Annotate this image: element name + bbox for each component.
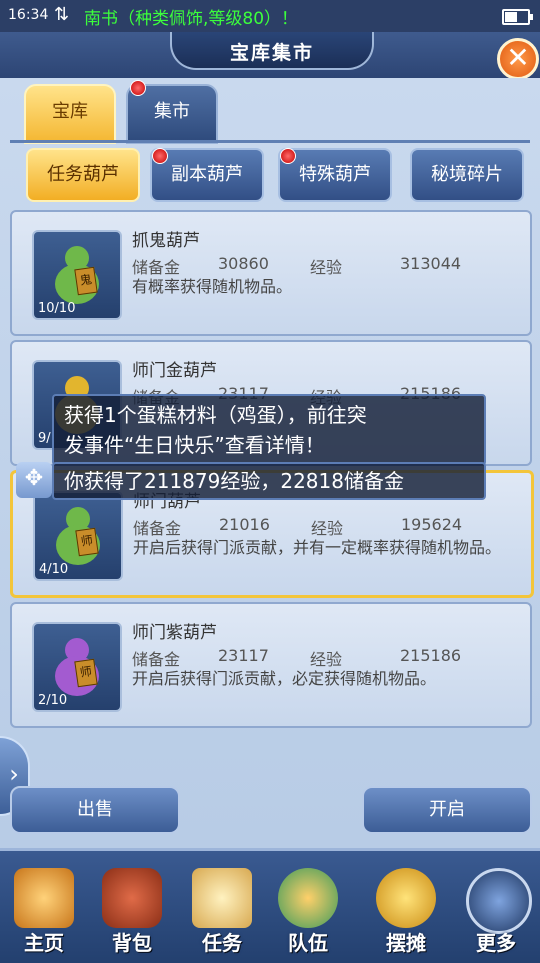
item-desc: 开启后获得门派贡献，必定获得随机物品。 xyxy=(132,669,437,688)
item-desc: 开启后获得门派贡献，并有一定概率获得随机物品。 xyxy=(133,538,502,557)
item-name: 师门紫葫芦 xyxy=(132,623,217,643)
close-button[interactable]: ✕ xyxy=(497,38,539,80)
notification-line: 获得1个蛋糕材料（鸡蛋），前往突 xyxy=(64,403,367,427)
network-icon: ⇅ xyxy=(54,4,70,25)
nav-bag[interactable]: 背包 xyxy=(92,864,172,956)
item-count: 2/10 xyxy=(38,693,68,708)
item-count: 10/10 xyxy=(38,301,76,316)
subtab-label: 特殊葫芦 xyxy=(299,164,371,185)
system-marquee: 南书（种类佩饰,等级80）！ xyxy=(84,9,299,29)
system-notification: 获得1个蛋糕材料（鸡蛋），前往突 发事件“生日快乐”查看详情！ xyxy=(52,394,486,466)
tab-market[interactable]: 集市 xyxy=(126,80,218,144)
button-label: 出售 xyxy=(77,799,113,820)
pavilion-icon xyxy=(14,868,74,928)
nav-label: 摆摊 xyxy=(386,931,426,955)
reserve-label: 储备金 xyxy=(132,650,181,669)
subtab-special-gourd[interactable]: 特殊葫芦 xyxy=(278,148,392,202)
status-bar: 16:34 ⇅ 南书（种类佩饰,等级80）！ xyxy=(0,0,540,32)
list-item[interactable]: 师 2/10 师门紫葫芦 储备金 23117 经验 215186 开启后获得门派… xyxy=(10,602,532,728)
button-label: 开启 xyxy=(429,799,465,820)
tab-label: 宝库 xyxy=(52,101,88,122)
item-name: 抓鬼葫芦 xyxy=(132,231,200,251)
team-icon xyxy=(278,868,338,928)
exp-value: 313044 xyxy=(400,254,462,273)
move-icon[interactable]: ✥ xyxy=(16,462,52,498)
exp-label: 经验 xyxy=(310,258,343,277)
item-desc: 有概率获得随机物品。 xyxy=(132,277,293,296)
nav-label: 队伍 xyxy=(288,931,328,955)
item-count: 4/10 xyxy=(39,562,69,577)
list-item[interactable]: 鬼 10/10 抓鬼葫芦 储备金 30860 经验 313044 有概率获得随机… xyxy=(10,210,532,336)
scroll-icon xyxy=(192,868,252,928)
subtab-task-gourd[interactable]: 任务葫芦 xyxy=(26,148,140,202)
title-plate: 宝库集市 xyxy=(170,32,374,70)
subtab-label: 副本葫芦 xyxy=(171,164,243,185)
sell-button[interactable]: 出售 xyxy=(10,786,180,834)
gourd-icon: 师 4/10 xyxy=(33,491,123,581)
tab-treasury[interactable]: 宝库 xyxy=(24,84,116,144)
red-dot-icon xyxy=(130,80,146,96)
tab-divider xyxy=(10,140,530,143)
exp-label: 经验 xyxy=(311,519,344,538)
tab-label: 集市 xyxy=(154,101,190,122)
reserve-label: 储备金 xyxy=(132,258,181,277)
exp-value: 195624 xyxy=(401,515,463,534)
notification-line: 发事件“生日快乐”查看详情！ xyxy=(64,433,325,457)
nav-label: 主页 xyxy=(24,931,64,955)
more-icon xyxy=(466,868,532,934)
reserve-label: 储备金 xyxy=(133,519,182,538)
window-title: 宝库集市 xyxy=(229,42,314,64)
nav-stall[interactable]: 摆摊 xyxy=(366,864,446,956)
reward-notification: 你获得了211879经验，22818储备金 xyxy=(52,462,486,500)
item-tag: 师 xyxy=(75,527,99,557)
nav-label: 背包 xyxy=(112,931,152,955)
nav-more[interactable]: 更多 xyxy=(456,864,536,956)
notification-line: 你获得了211879经验，22818储备金 xyxy=(64,469,404,493)
reserve-value: 30860 xyxy=(218,254,269,273)
chest-icon xyxy=(102,868,162,928)
reserve-value: 21016 xyxy=(219,515,270,534)
nav-quest[interactable]: 任务 xyxy=(182,864,262,956)
item-name: 师门金葫芦 xyxy=(132,361,217,381)
gourd-icon: 鬼 10/10 xyxy=(32,230,122,320)
subtab-label: 任务葫芦 xyxy=(47,164,119,185)
exp-label: 经验 xyxy=(310,650,343,669)
nav-label: 更多 xyxy=(476,931,516,955)
coin-icon xyxy=(376,868,436,928)
item-count: 9/ xyxy=(38,431,51,446)
red-dot-icon xyxy=(280,148,296,164)
subtab-realm-shards[interactable]: 秘境碎片 xyxy=(410,148,524,202)
subtab-dungeon-gourd[interactable]: 副本葫芦 xyxy=(150,148,264,202)
item-tag: 鬼 xyxy=(74,266,98,296)
battery-icon xyxy=(502,9,533,25)
nav-home[interactable]: 主页 xyxy=(4,864,84,956)
clock: 16:34 xyxy=(8,7,49,23)
nav-team[interactable]: 队伍 xyxy=(268,864,348,956)
gourd-icon: 师 2/10 xyxy=(32,622,122,712)
reserve-value: 23117 xyxy=(218,646,269,665)
subtab-label: 秘境碎片 xyxy=(431,164,503,185)
item-tag: 师 xyxy=(74,658,98,688)
red-dot-icon xyxy=(152,148,168,164)
exp-value: 215186 xyxy=(400,646,462,665)
open-button[interactable]: 开启 xyxy=(362,786,532,834)
nav-label: 任务 xyxy=(202,931,242,955)
